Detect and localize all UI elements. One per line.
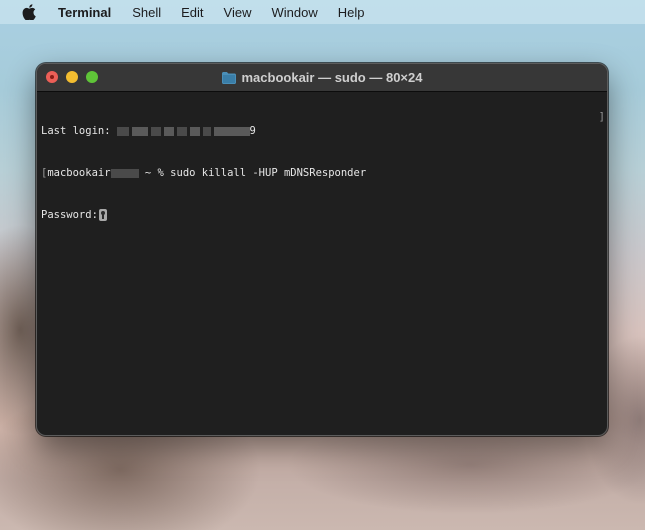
menu-shell[interactable]: Shell <box>132 5 161 20</box>
redacted-username <box>110 168 139 178</box>
last-login-suffix: 9 <box>249 125 256 137</box>
menu-view[interactable]: View <box>224 5 252 20</box>
redacted-text <box>116 126 250 136</box>
apple-menu-icon[interactable] <box>22 4 36 20</box>
prompt-symbol: ~ % <box>144 167 164 179</box>
terminal-output[interactable]: Last login: 9 [macbookair ~ % sudo killa… <box>37 92 607 264</box>
window-title: macbookair — sudo — 80×24 <box>37 64 607 91</box>
menu-terminal[interactable]: Terminal <box>58 5 111 20</box>
folder-icon <box>221 71 236 84</box>
command-text: sudo killall -HUP mDNSResponder <box>170 167 367 179</box>
terminal-line-password: Password: <box>41 208 607 222</box>
last-login-label: Last login: <box>41 125 111 137</box>
menu-window[interactable]: Window <box>272 5 318 20</box>
terminal-line-command: [macbookair ~ % sudo killall -HUP mDNSRe… <box>41 166 607 180</box>
password-prompt: Password: <box>41 209 98 221</box>
menu-help[interactable]: Help <box>338 5 365 20</box>
key-icon <box>98 209 107 221</box>
terminal-window: macbookair — sudo — 80×24 Last login: 9 … <box>36 63 608 436</box>
window-title-text: macbookair — sudo — 80×24 <box>241 70 423 85</box>
prompt-host: macbookair <box>47 167 111 179</box>
terminal-line-last-login: Last login: 9 <box>41 124 607 138</box>
title-bar[interactable]: macbookair — sudo — 80×24 <box>37 64 607 92</box>
menu-edit[interactable]: Edit <box>181 5 203 20</box>
menu-bar: Terminal Shell Edit View Window Help <box>0 0 645 24</box>
mark-bracket-right: ] <box>598 111 605 123</box>
